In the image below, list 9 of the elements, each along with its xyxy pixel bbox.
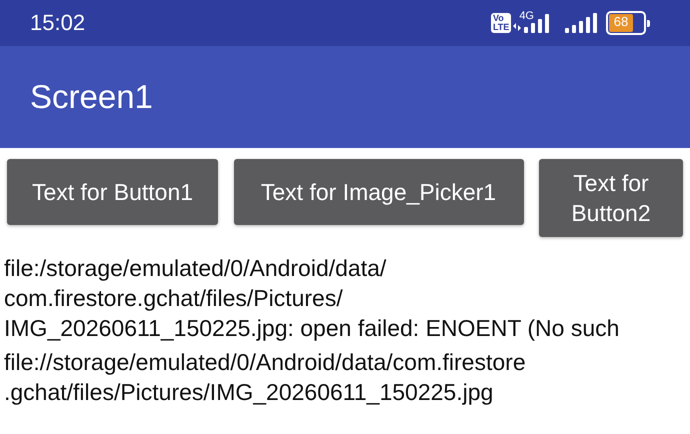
signal-icon (564, 12, 598, 34)
text-button[interactable]: Text for Button1 (7, 159, 218, 225)
text-button[interactable]: Text for Image_Picker1 (234, 159, 524, 225)
screen-title: Screen1 (30, 78, 153, 116)
file-path-text: file://storage/emulated/0/Android/data/com.firestore .gchat/files/Pictures/IMG_20260611_150225.jpg (4, 348, 527, 407)
volte-icon: Vo LTE (490, 13, 512, 33)
clock-time: 15:02 (30, 10, 86, 36)
text-button[interactable]: Text for Button2 (539, 159, 683, 237)
network-type: 4G (519, 10, 534, 22)
